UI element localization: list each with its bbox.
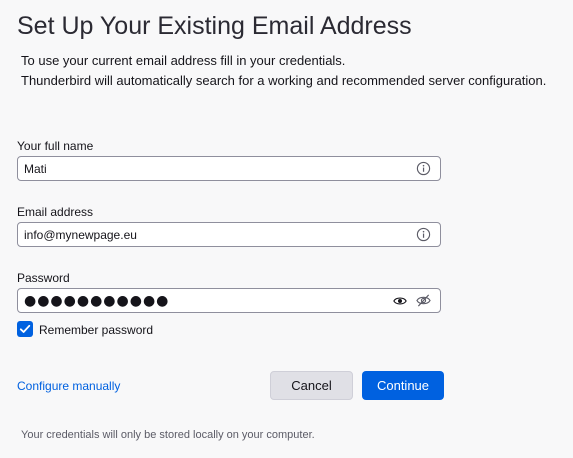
page-title: Set Up Your Existing Email Address: [17, 12, 412, 40]
remember-password-checkbox[interactable]: [17, 321, 33, 337]
password-field[interactable]: [17, 288, 441, 313]
remember-password-label[interactable]: Remember password: [39, 323, 153, 337]
cancel-button[interactable]: Cancel: [270, 371, 353, 400]
password-label: Password: [17, 271, 70, 285]
description-line-1: To use your current email address fill i…: [21, 53, 346, 68]
full-name-input[interactable]: [24, 157, 394, 180]
email-label: Email address: [17, 205, 94, 219]
password-input[interactable]: [24, 289, 394, 312]
info-icon[interactable]: [416, 227, 431, 242]
credentials-note: Your credentials will only be stored loc…: [21, 429, 315, 441]
checkmark-icon: [19, 324, 31, 333]
full-name-field[interactable]: [17, 156, 441, 181]
email-field[interactable]: [17, 222, 441, 247]
full-name-label: Your full name: [17, 139, 94, 153]
account-setup-page: Set Up Your Existing Email Address To us…: [0, 0, 573, 458]
info-icon[interactable]: [416, 161, 431, 176]
continue-button[interactable]: Continue: [362, 371, 444, 400]
description-line-2: Thunderbird will automatically search fo…: [21, 73, 547, 88]
email-input[interactable]: [24, 223, 394, 246]
eye-icon[interactable]: [393, 295, 407, 307]
configure-manually-link[interactable]: Configure manually: [17, 379, 120, 393]
eye-off-icon[interactable]: [416, 293, 431, 308]
